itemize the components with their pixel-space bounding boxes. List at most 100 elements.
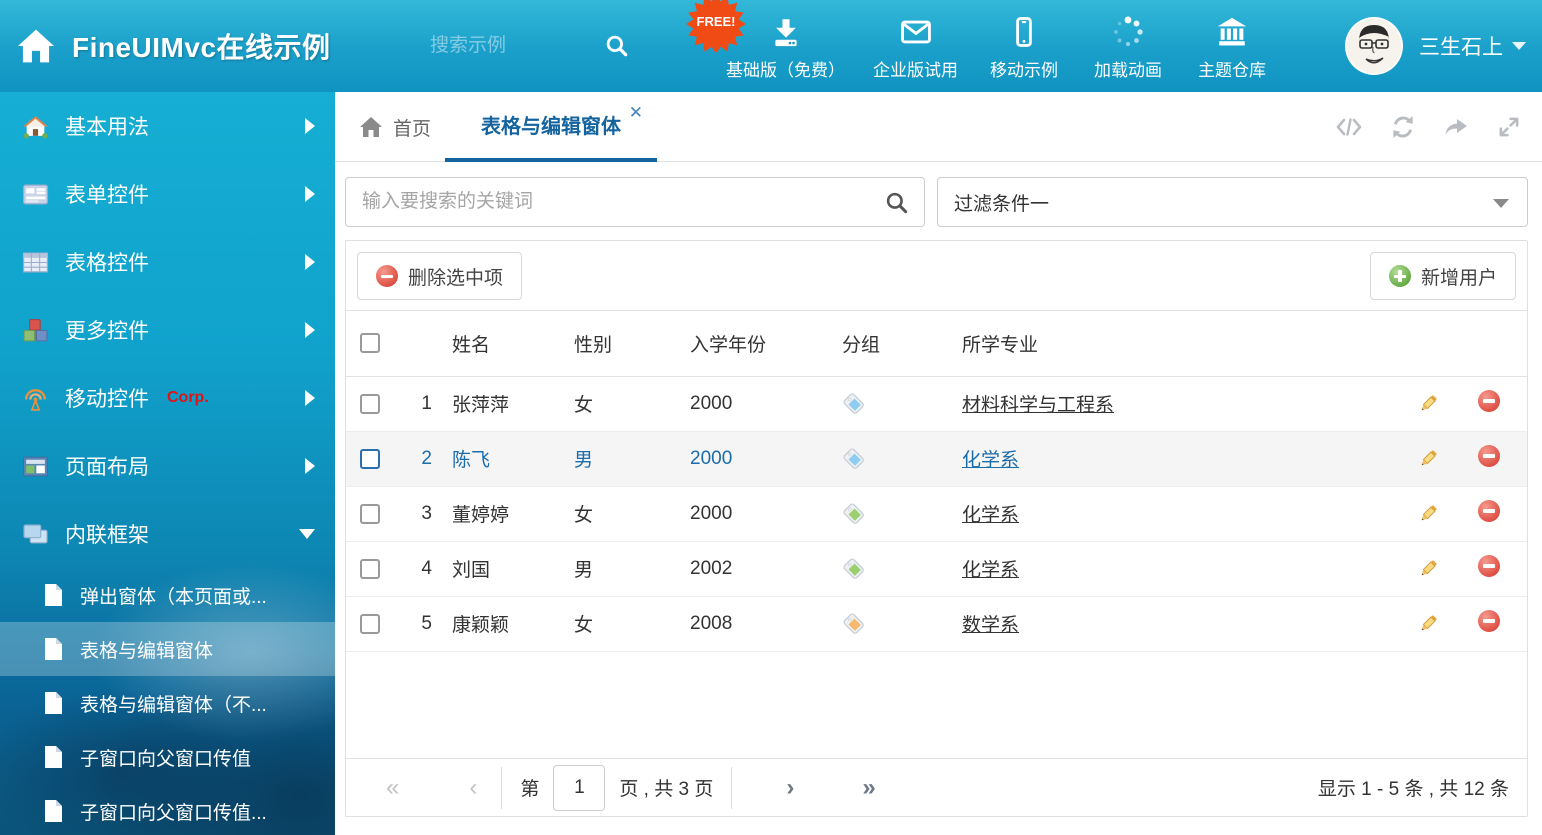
col-year: 入学年份	[680, 311, 832, 376]
tab-grid-edit-window[interactable]: 表格与编辑窗体 ✕	[445, 92, 657, 162]
prev-page-button[interactable]: ‹	[463, 776, 483, 800]
tab-home[interactable]: 首页	[359, 92, 431, 162]
frames-icon	[22, 521, 49, 548]
delete-selected-button[interactable]: 删除选中项	[357, 252, 522, 300]
table-row[interactable]: 4 刘国 男 2002 化学系	[346, 541, 1527, 596]
sidebar-subitem-child-to-parent[interactable]: 子窗口向父窗口传值	[0, 730, 335, 784]
row-checkbox[interactable]	[360, 614, 380, 634]
delete-row-icon[interactable]	[1478, 555, 1500, 577]
row-checkbox[interactable]	[360, 449, 380, 469]
row-checkbox[interactable]	[360, 394, 380, 414]
nav-item-enterprise-trial[interactable]: 企业版试用	[859, 0, 972, 92]
table-row[interactable]: 5 康颖颖 女 2008 数学系	[346, 596, 1527, 651]
edit-icon[interactable]	[1417, 502, 1440, 525]
table-row[interactable]: 3 董婷婷 女 2000 化学系	[346, 486, 1527, 541]
search-icon[interactable]	[604, 33, 630, 59]
sidebar-item-grid-controls[interactable]: 表格控件	[0, 228, 335, 296]
select-all-checkbox[interactable]	[360, 333, 380, 353]
maximize-icon[interactable]	[1496, 114, 1522, 140]
user-table: 姓名 性别 入学年份 分组 所学专业 1 张萍萍 女 2000	[346, 311, 1527, 652]
chevron-right-icon	[305, 390, 315, 406]
table-icon	[22, 249, 49, 276]
nav-item-loading-animation[interactable]: 加载动画	[1076, 0, 1180, 92]
sidebar-subitem-popup-window[interactable]: 弹出窗体（本页面或...	[0, 568, 335, 622]
chevron-down-icon	[1493, 199, 1509, 208]
avatar[interactable]	[1345, 17, 1403, 75]
nav-label: 企业版试用	[873, 56, 958, 81]
delete-row-icon[interactable]	[1478, 445, 1500, 467]
first-page-button[interactable]: «	[380, 776, 405, 800]
major-link[interactable]: 化学系	[962, 560, 1019, 581]
header-search-input[interactable]	[430, 35, 590, 57]
table-row[interactable]: 1 张萍萍 女 2000 材料科学与工程系	[346, 376, 1527, 431]
edit-icon[interactable]	[1417, 612, 1440, 635]
header-search[interactable]	[430, 24, 640, 68]
sidebar-item-page-layout[interactable]: 页面布局	[0, 432, 335, 500]
row-checkbox[interactable]	[360, 559, 380, 579]
sidebar-subitem-grid-edit-window-2[interactable]: 表格与编辑窗体（不...	[0, 676, 335, 730]
antenna-icon	[22, 385, 49, 412]
sidebar-item-form-controls[interactable]: 表单控件	[0, 160, 335, 228]
delete-row-icon[interactable]	[1478, 500, 1500, 522]
major-link[interactable]: 化学系	[962, 450, 1019, 471]
sidebar-item-mobile-controls[interactable]: 移动控件 Corp.	[0, 364, 335, 432]
edit-icon[interactable]	[1417, 392, 1440, 415]
sidebar-item-label: 内联框架	[65, 519, 149, 549]
close-icon[interactable]: ✕	[629, 104, 643, 121]
table-row[interactable]: 2 陈飞 男 2000 化学系	[346, 431, 1527, 486]
free-badge: FREE!	[686, 0, 746, 52]
delete-row-icon[interactable]	[1478, 610, 1500, 632]
page-suffix-label: 页 , 共 3 页	[619, 774, 713, 801]
sidebar-subitem-grid-edit-window[interactable]: 表格与编辑窗体	[0, 622, 335, 676]
keyword-search-box[interactable]	[345, 177, 925, 227]
username[interactable]: 三生石上	[1419, 31, 1526, 61]
sidebar-subitem-child-to-parent-2[interactable]: 子窗口向父窗口传值...	[0, 784, 335, 835]
main-area: 首页 表格与编辑窗体 ✕	[335, 92, 1542, 835]
source-code-icon[interactable]	[1334, 115, 1364, 139]
user-grid-panel: 删除选中项 新增用户 姓名 性别 入学年份 分组 所学专业	[345, 240, 1528, 817]
chevron-down-icon	[1512, 42, 1526, 50]
major-link[interactable]: 数学系	[962, 615, 1019, 636]
col-name: 姓名	[442, 311, 564, 376]
row-number: 1	[390, 376, 442, 431]
delete-row-icon[interactable]	[1478, 390, 1500, 412]
row-checkbox[interactable]	[360, 504, 380, 524]
sidebar-item-more-controls[interactable]: 更多控件	[0, 296, 335, 364]
major-link[interactable]: 材料科学与工程系	[962, 395, 1114, 416]
major-link[interactable]: 化学系	[962, 505, 1019, 526]
cell-gender: 男	[564, 431, 680, 486]
tag-icon	[842, 447, 866, 471]
file-icon	[42, 745, 64, 769]
logo-area[interactable]: FineUIMvc在线示例	[16, 0, 331, 92]
layout-icon	[22, 453, 49, 480]
corp-badge: Corp.	[167, 389, 209, 407]
last-page-button[interactable]: »	[856, 776, 881, 800]
nav-item-theme-repo[interactable]: 主题仓库	[1180, 0, 1284, 92]
col-major: 所学专业	[952, 311, 1405, 376]
search-icon[interactable]	[884, 190, 910, 216]
filter-dropdown[interactable]: 过滤条件一	[937, 177, 1528, 227]
sidebar-item-iframe[interactable]: 内联框架	[0, 500, 335, 568]
keyword-search-input[interactable]	[346, 191, 856, 213]
next-page-button[interactable]: ›	[780, 776, 800, 800]
user-area[interactable]: 三生石上	[1345, 0, 1526, 92]
page-prefix-label: 第	[520, 774, 539, 801]
open-new-window-icon[interactable]	[1442, 115, 1470, 139]
nav-item-mobile-demo[interactable]: 移动示例	[972, 0, 1076, 92]
refresh-icon[interactable]	[1390, 114, 1416, 140]
add-user-button[interactable]: 新增用户	[1370, 252, 1516, 300]
edit-icon[interactable]	[1417, 447, 1440, 470]
house-icon	[22, 113, 49, 140]
page-number-input[interactable]	[553, 765, 605, 811]
row-number: 5	[390, 596, 442, 651]
sidebar-item-label: 移动控件	[65, 383, 149, 413]
table-header-row: 姓名 性别 入学年份 分组 所学专业	[346, 311, 1527, 376]
cell-name: 刘国	[442, 541, 564, 596]
tag-icon	[842, 392, 866, 416]
tag-icon	[842, 557, 866, 581]
sidebar-item-basic-usage[interactable]: 基本用法	[0, 92, 335, 160]
chevron-down-icon	[299, 529, 315, 539]
filter-dropdown-value: 过滤条件一	[954, 189, 1049, 216]
tab-home-label: 首页	[393, 114, 431, 141]
edit-icon[interactable]	[1417, 557, 1440, 580]
